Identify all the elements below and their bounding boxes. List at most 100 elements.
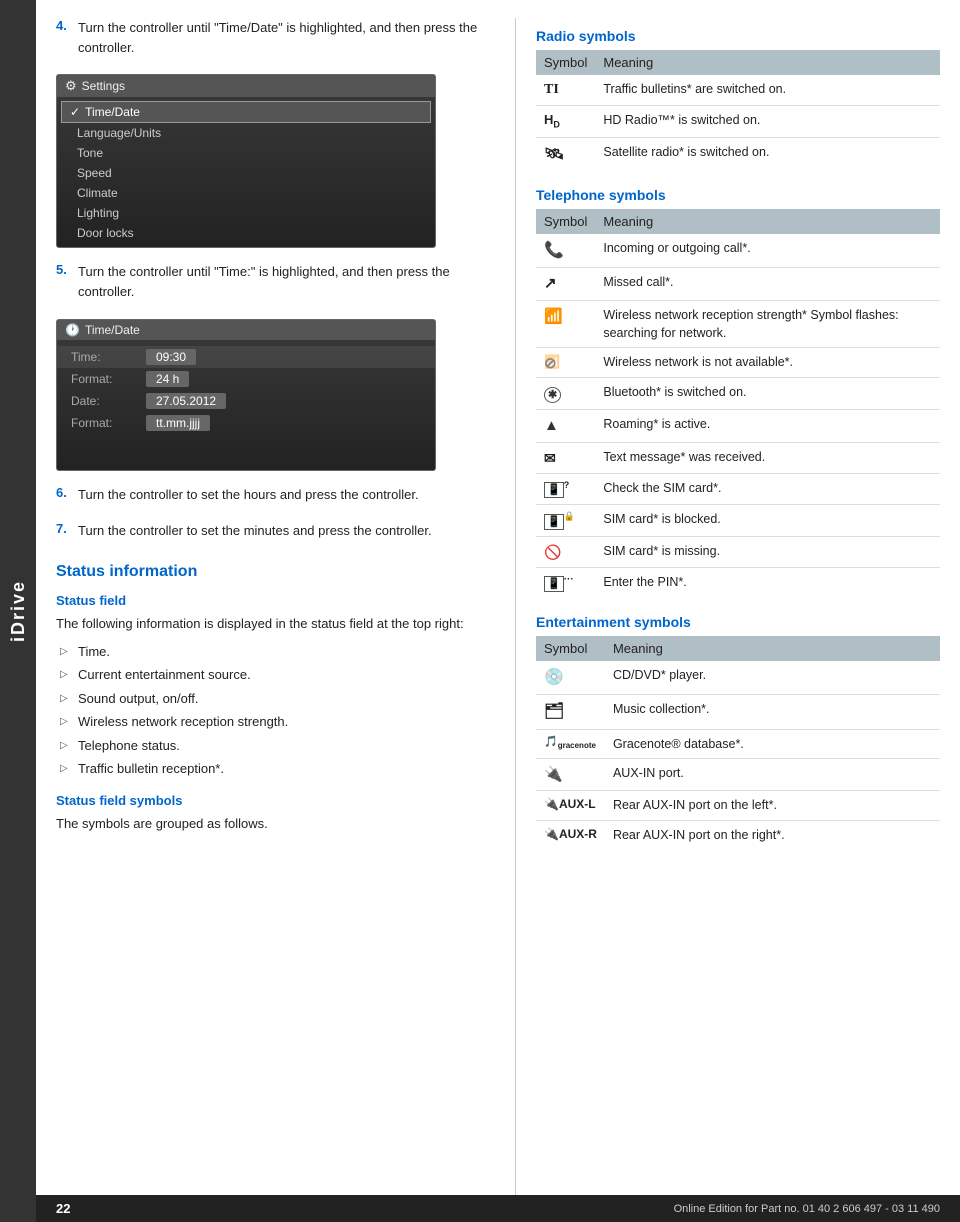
tel-row-pin: 📱··· Enter the PIN*. [536,567,940,598]
radio-row-satellite: 🛰 Satellite radio* is switched on. [536,137,940,171]
radio-symbol-hd: HD [536,106,595,138]
timedate-rows: Time: 09:30 Format: 24 h Date: 27.05.201… [57,340,435,440]
step-5-num: 5. [56,262,74,308]
tel-row-sms: ✉ Text message* was received. [536,442,940,473]
telephone-th-meaning: Meaning [595,209,940,234]
settings-screen-title: Settings [82,79,125,93]
tel-symbol-checksim: 📱? [536,474,595,505]
status-bullets: Time. Current entertainment source. Soun… [56,640,495,781]
radio-th-meaning: Meaning [595,50,940,75]
ent-symbol-auxl: 🔌AUX-L [536,791,605,820]
ent-meaning-aux: AUX-IN port. [605,758,940,791]
ent-meaning-music: Music collection*. [605,695,940,729]
ent-meaning-gracenote: Gracenote® database*. [605,729,940,758]
ent-meaning-auxl: Rear AUX-IN port on the left*. [605,791,940,820]
tel-row-call: 📞 Incoming or outgoing call*. [536,234,940,268]
step-4-num: 4. [56,18,74,64]
timedate-title-bar: 🕐 Time/Date [57,320,435,340]
tel-symbol-bluetooth: ✱ [536,378,595,410]
settings-item-timedate: Time/Date [61,101,431,123]
telephone-table: Symbol Meaning 📞 Incoming or outgoing ca… [536,209,940,598]
tel-meaning-nosignal: Wireless network is not available*. [595,348,940,378]
settings-item-climate: Climate [57,183,435,203]
tel-meaning-bluetooth: Bluetooth* is switched on. [595,378,940,410]
step-5: 5. Turn the controller until "Time:" is … [56,262,495,308]
tel-symbol-sms: ✉ [536,442,595,473]
footer: 22 Online Edition for Part no. 01 40 2 6… [36,1195,960,1222]
tel-row-blockedsim: 📱🔒 SIM card* is blocked. [536,505,940,536]
tel-meaning-call: Incoming or outgoing call*. [595,234,940,268]
entertainment-th-meaning: Meaning [605,636,940,661]
time-label: Time: [71,350,146,364]
entertainment-table: Symbol Meaning 💿 CD/DVD* player. 🗂 Music… [536,636,940,849]
tel-symbol-signal: 📶 [536,301,595,348]
sidebar-label: iDrive [8,580,29,642]
entertainment-th-symbol: Symbol [536,636,605,661]
radio-row-hd: HD HD Radio™* is switched on. [536,106,940,138]
tel-meaning-sms: Text message* was received. [595,442,940,473]
step-6: 6. Turn the controller to set the hours … [56,485,495,511]
ent-symbol-gracenote: 🎵gracenote [536,729,605,758]
settings-items: Time/Date Language/Units Tone Speed Clim… [57,97,435,247]
entertainment-table-header-row: Symbol Meaning [536,636,940,661]
settings-item-doorlocks: Door locks [57,223,435,243]
step-6-text: Turn the controller to set the hours and… [78,485,419,505]
timedate-row-format2: Format: tt.mm.jjjj [57,412,435,434]
tel-row-missed: ↗ Missed call*. [536,268,940,301]
telephone-th-symbol: Symbol [536,209,595,234]
settings-screen: ⚙ Settings Time/Date Language/Units Tone… [56,74,436,248]
tel-row-nosignal: 📶 ⊘ Wireless network is not available*. [536,348,940,378]
tel-symbol-roaming: ▲ [536,410,595,443]
timedate-row-time: Time: 09:30 [57,346,435,368]
settings-icon: ⚙ [65,78,77,94]
settings-item-speed: Speed [57,163,435,183]
footer-text: Online Edition for Part no. 01 40 2 606 … [674,1203,940,1215]
radio-meaning-satellite: Satellite radio* is switched on. [595,137,940,171]
tel-row-missingsim: 🚫 SIM card* is missing. [536,536,940,567]
sidebar: iDrive [0,0,36,1222]
timedate-row-date: Date: 27.05.2012 [57,390,435,412]
settings-item-language: Language/Units [57,123,435,143]
ent-row-auxr: 🔌AUX-R Rear AUX-IN port on the right*. [536,820,940,849]
bullet-telephone: Telephone status. [56,734,495,758]
tel-meaning-signal: Wireless network reception strength* Sym… [595,301,940,348]
status-field-symbols-body: The symbols are grouped as follows. [56,814,495,834]
step-7: 7. Turn the controller to set the minute… [56,521,495,547]
time-value: 09:30 [146,349,196,365]
ent-row-auxl: 🔌AUX-L Rear AUX-IN port on the left*. [536,791,940,820]
ent-row-gracenote: 🎵gracenote Gracenote® database*. [536,729,940,758]
tel-symbol-nosignal: 📶 ⊘ [536,348,595,378]
ent-symbol-music: 🗂 [536,695,605,729]
settings-title-bar: ⚙ Settings [57,75,435,97]
ent-symbol-cddvd: 💿 [536,661,605,695]
tel-meaning-checksim: Check the SIM card*. [595,474,940,505]
tel-meaning-blockedsim: SIM card* is blocked. [595,505,940,536]
tel-symbol-missed: ↗ [536,268,595,301]
status-field-symbols-heading: Status field symbols [56,793,495,808]
tel-row-checksim: 📱? Check the SIM card*. [536,474,940,505]
tel-meaning-missed: Missed call*. [595,268,940,301]
bullet-traffic: Traffic bulletin reception*. [56,757,495,781]
date-value: 27.05.2012 [146,393,226,409]
bullet-entertainment: Current entertainment source. [56,663,495,687]
bullet-wireless: Wireless network reception strength. [56,710,495,734]
radio-symbol-satellite: 🛰 [536,137,595,171]
step-6-num: 6. [56,485,74,511]
bullet-sound: Sound output, on/off. [56,687,495,711]
radio-table-header-row: Symbol Meaning [536,50,940,75]
tel-row-roaming: ▲ Roaming* is active. [536,410,940,443]
format2-value: tt.mm.jjjj [146,415,210,431]
format2-label: Format: [71,416,146,430]
step-5-text: Turn the controller until "Time:" is hig… [78,262,495,302]
ent-meaning-cddvd: CD/DVD* player. [605,661,940,695]
radio-table: Symbol Meaning TI Traffic bulletins* are… [536,50,940,171]
entertainment-section-title: Entertainment symbols [536,614,940,630]
bullet-time: Time. [56,640,495,664]
radio-th-symbol: Symbol [536,50,595,75]
radio-section-title: Radio symbols [536,28,940,44]
telephone-section-title: Telephone symbols [536,187,940,203]
tel-meaning-missingsim: SIM card* is missing. [595,536,940,567]
tel-symbol-blockedsim: 📱🔒 [536,505,595,536]
date-label: Date: [71,394,146,408]
ent-row-music: 🗂 Music collection*. [536,695,940,729]
